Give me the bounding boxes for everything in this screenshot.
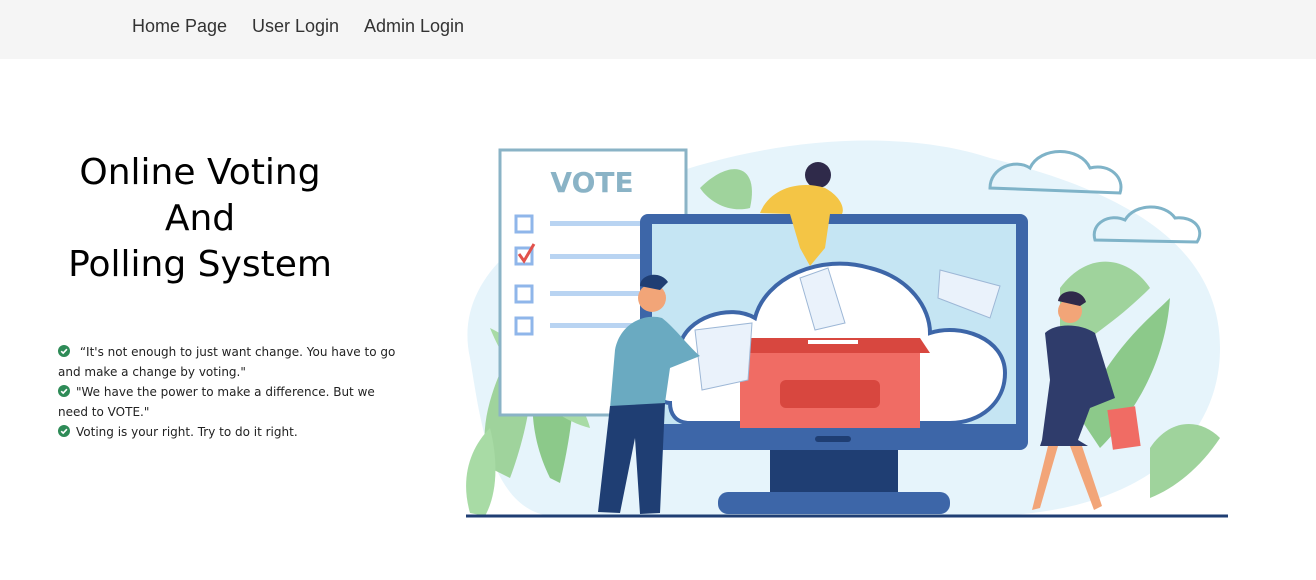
quote-item: Voting is your right. Try to do it right…	[58, 422, 398, 442]
quote-text: “It's not enough to just want change. Yo…	[58, 345, 396, 379]
quote-item: "We have the power to make a difference.…	[58, 382, 398, 422]
hero-title-line: Polling System	[68, 244, 332, 285]
quote-item: “It's not enough to just want change. Yo…	[58, 342, 398, 382]
ballot-box-opening	[808, 340, 858, 344]
vote-paper	[694, 322, 753, 391]
quote-text: "We have the power to make a difference.…	[58, 385, 375, 419]
folder-icon	[1107, 406, 1141, 450]
person-head	[805, 162, 831, 188]
check-circle-icon	[58, 425, 70, 437]
quote-text: Voting is your right. Try to do it right…	[76, 425, 298, 439]
nav-admin-login[interactable]: Admin Login	[364, 15, 464, 37]
check-circle-icon	[58, 345, 70, 357]
voting-illustration: VOTE	[466, 140, 1228, 518]
ballot-heading: VOTE	[550, 166, 633, 199]
leaf-icon	[466, 428, 496, 516]
hero-title-line: And	[164, 198, 236, 239]
monitor-stand	[770, 450, 898, 494]
ballot-box-slot	[780, 380, 880, 408]
monitor-button	[815, 436, 851, 442]
monitor-base	[718, 492, 950, 514]
hero-title-line: Online Voting	[79, 152, 321, 193]
nav-user-login[interactable]: User Login	[252, 15, 339, 37]
check-circle-icon	[58, 385, 70, 397]
quote-list: “It's not enough to just want change. Yo…	[58, 342, 398, 442]
navbar: Home Page User Login Admin Login	[0, 0, 1316, 59]
hero-title: Online Voting And Polling System	[40, 150, 360, 288]
nav-home-page[interactable]: Home Page	[132, 15, 227, 37]
